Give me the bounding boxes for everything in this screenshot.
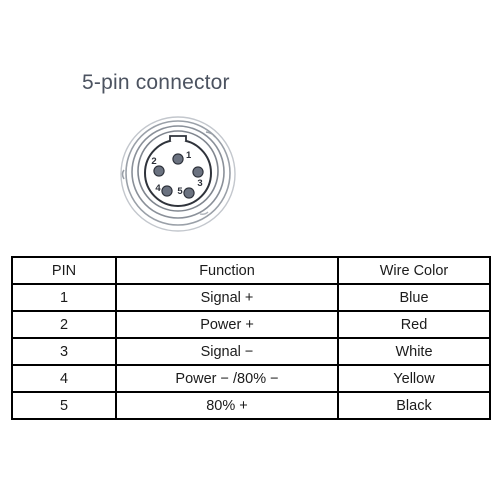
cell-color: Red xyxy=(337,310,491,339)
cell-function: Power − /80% − xyxy=(115,364,339,393)
keyway-notch-icon xyxy=(169,135,187,142)
cell-function: Signal − xyxy=(115,337,339,366)
cell-color: Yellow xyxy=(337,364,491,393)
pin-5-label: 5 xyxy=(177,186,183,197)
connector-diagram: 1 2 3 4 5 xyxy=(112,110,244,232)
table-row: 2 Power + Red xyxy=(11,310,491,339)
outer-ring-notch-left-icon xyxy=(121,169,125,180)
pin-2-contact xyxy=(153,165,165,177)
pin-1-label: 1 xyxy=(186,150,192,161)
pin-4-contact xyxy=(161,185,173,197)
pin-1-contact xyxy=(172,153,184,165)
pin-table-body: PIN Function Wire Color 1 Signal + Blue … xyxy=(11,256,491,420)
cell-pin: 1 xyxy=(11,283,117,312)
table-row: 4 Power − /80% − Yellow xyxy=(11,364,491,393)
pin-4-label: 4 xyxy=(155,183,161,194)
pin-2-label: 2 xyxy=(151,156,156,167)
cell-pin: 3 xyxy=(11,337,117,366)
table-row: 5 80% + Black xyxy=(11,391,491,420)
table-row: 1 Signal + Blue xyxy=(11,283,491,312)
header-function: Function xyxy=(115,256,339,285)
cell-function: Power + xyxy=(115,310,339,339)
connector-svg: 1 2 3 4 5 xyxy=(120,116,236,232)
cell-pin: 5 xyxy=(11,391,117,420)
header-pin: PIN xyxy=(11,256,117,285)
cell-pin: 2 xyxy=(11,310,117,339)
page-title: 5-pin connector xyxy=(82,71,230,94)
table-header-row: PIN Function Wire Color xyxy=(11,256,491,285)
table-row: 3 Signal − White xyxy=(11,337,491,366)
pin-assignment-table: PIN Function Wire Color 1 Signal + Blue … xyxy=(11,256,491,420)
cell-color: White xyxy=(337,337,491,366)
cell-color: Blue xyxy=(337,283,491,312)
cell-function: 80% + xyxy=(115,391,339,420)
pin-3-contact xyxy=(192,166,204,178)
cell-pin: 4 xyxy=(11,364,117,393)
header-wire-color: Wire Color xyxy=(337,256,491,285)
cell-color: Black xyxy=(337,391,491,420)
cell-function: Signal + xyxy=(115,283,339,312)
pin-5-contact xyxy=(183,187,195,199)
pin-3-label: 3 xyxy=(197,178,202,189)
